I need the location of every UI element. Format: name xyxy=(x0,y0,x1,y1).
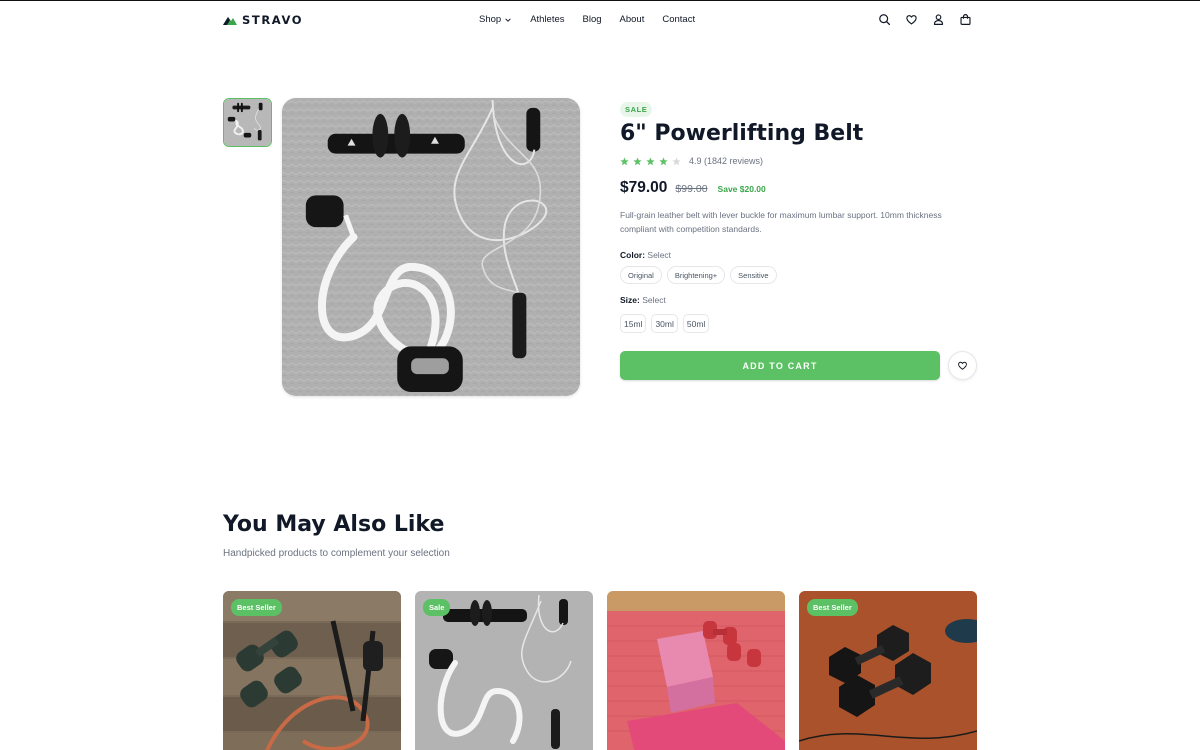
heart-icon xyxy=(958,361,967,370)
rating-text: 4.9 (1842 reviews) xyxy=(689,156,764,166)
product-card[interactable] xyxy=(607,591,785,750)
color-options: Original Brightening+ Sensitive xyxy=(620,266,777,284)
chevron-down-icon xyxy=(505,17,511,22)
star-filled-icon xyxy=(633,156,642,165)
color-option-brightening[interactable]: Brightening+ xyxy=(666,266,726,284)
product-card[interactable]: Best Seller xyxy=(799,591,977,750)
card-badge: Sale xyxy=(423,599,451,616)
recommendations-title: You May Also Like xyxy=(223,512,445,537)
color-option-original[interactable]: Original xyxy=(620,266,662,284)
mountain-logo-icon xyxy=(223,17,237,25)
rating: 4.9 (1842 reviews) xyxy=(620,156,763,166)
color-label: Color: Select xyxy=(620,250,671,260)
product-main-image xyxy=(282,98,580,396)
savings-text: Save $20.00 xyxy=(717,184,766,194)
bag-icon[interactable] xyxy=(959,13,972,26)
product-title: 6" Powerlifting Belt xyxy=(620,121,864,146)
main-nav: Shop Athletes Blog About Contact xyxy=(479,14,695,25)
header-actions xyxy=(878,13,972,26)
nav-item-shop[interactable]: Shop xyxy=(479,14,512,25)
heart-icon[interactable] xyxy=(905,13,918,26)
product-card[interactable]: Sale xyxy=(415,591,593,750)
add-to-cart-button[interactable]: ADD TO CART xyxy=(620,351,940,380)
star-filled-icon xyxy=(659,156,668,165)
product-description: Full-grain leather belt with lever buckl… xyxy=(620,210,942,234)
current-price: $79.00 xyxy=(620,179,668,196)
user-icon[interactable] xyxy=(932,13,945,26)
size-option-50ml[interactable]: 50ml xyxy=(682,314,710,333)
sale-badge: SALE xyxy=(620,102,653,117)
thumbnail-image xyxy=(224,99,271,146)
resistance-bands-image xyxy=(282,98,580,396)
nav-item-blog[interactable]: Blog xyxy=(583,14,602,25)
brand-name: STRAVO xyxy=(242,13,304,27)
card-badge: Best Seller xyxy=(231,599,282,616)
nav-item-athletes[interactable]: Athletes xyxy=(530,14,564,25)
nav-item-about[interactable]: About xyxy=(620,14,645,25)
star-empty-icon xyxy=(672,156,681,165)
search-icon[interactable] xyxy=(878,13,891,26)
size-selected-value: Select xyxy=(642,295,666,305)
yoga-block-image xyxy=(607,591,785,750)
product-card[interactable]: Best Seller xyxy=(223,591,401,750)
size-label-text: Size: xyxy=(620,295,640,305)
card-badge: Best Seller xyxy=(807,599,858,616)
product-thumbnail[interactable] xyxy=(223,98,272,147)
price-row: $79.00 $99.00 Save $20.00 xyxy=(620,179,766,197)
color-selected-value: Select xyxy=(647,250,672,260)
original-price: $99.00 xyxy=(675,183,708,195)
site-header: STRAVO Shop Athletes Blog About Contact xyxy=(0,1,1200,39)
star-filled-icon xyxy=(620,156,629,165)
color-option-sensitive[interactable]: Sensitive xyxy=(730,266,777,284)
nav-item-contact[interactable]: Contact xyxy=(662,14,695,25)
star-filled-icon xyxy=(646,156,655,165)
recommendations-subtitle: Handpicked products to complement your s… xyxy=(223,548,450,559)
size-label: Size: Select xyxy=(620,295,666,305)
size-options: 15ml 30ml 50ml xyxy=(620,314,710,333)
brand-logo[interactable]: STRAVO xyxy=(223,13,303,27)
size-option-15ml[interactable]: 15ml xyxy=(620,314,647,333)
nav-item-label: Shop xyxy=(479,14,502,25)
star-rating xyxy=(620,156,681,166)
size-option-30ml[interactable]: 30ml xyxy=(651,314,678,333)
product-info: SALE 6" Powerlifting Belt 4.9 (1842 revi… xyxy=(620,99,977,380)
color-label-text: Color: xyxy=(620,250,646,260)
wishlist-button[interactable] xyxy=(948,351,977,380)
